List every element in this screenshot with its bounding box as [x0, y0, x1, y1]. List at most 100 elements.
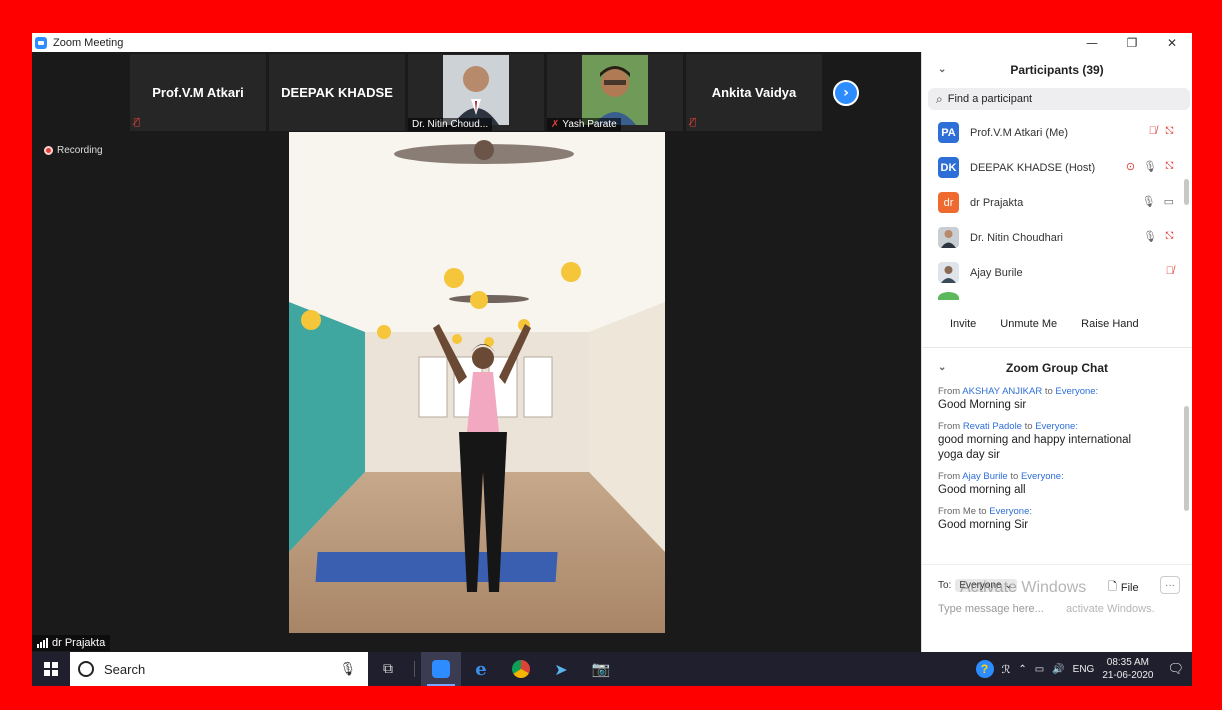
volume-icon[interactable]: 🔊	[1052, 664, 1064, 675]
clock-time: 08:35 AM	[1106, 657, 1150, 668]
chat-header: ⌄ Zoom Group Chat	[922, 350, 1192, 386]
main-speaker-video[interactable]	[289, 132, 665, 633]
participants-title: Participants (39)	[1010, 63, 1104, 77]
video-thumbnail[interactable]: DEEPAK KHADSE	[269, 54, 405, 131]
participant-name: dr Prajakta	[970, 196, 1024, 209]
participant-row[interactable]: Dr. Nitin Choudhari 🎙 ⛞	[922, 220, 1192, 255]
participant-row[interactable]: PA Prof.V.M Atkari (Me) 🎙̸ ⛞	[922, 115, 1192, 150]
next-page-button[interactable]: ›	[833, 80, 859, 106]
video-thumbnail[interactable]: ✗ Yash Parate	[547, 54, 683, 131]
activate-windows-subtext: activate Windows.	[1066, 603, 1155, 615]
recipient-dropdown[interactable]: Everyone ⌄	[955, 579, 1017, 592]
avatar: dr	[938, 192, 959, 213]
collapse-chevron-icon[interactable]: ⌄	[938, 362, 946, 373]
participant-row[interactable]: Ajay Burile 🎙̸	[922, 255, 1192, 290]
avatar	[938, 292, 959, 300]
participant-status: 🎙 ▭	[1142, 195, 1174, 208]
app-icon[interactable]: ➤	[541, 652, 581, 686]
sender-name[interactable]: Ajay Burile	[962, 471, 1007, 482]
recipient-name[interactable]: Everyone:	[1021, 471, 1064, 482]
microphone-icon[interactable]: 🎙	[339, 661, 356, 677]
language-indicator[interactable]: ENG	[1073, 664, 1095, 675]
start-button[interactable]	[32, 652, 70, 686]
speaker-video-frame	[289, 132, 665, 633]
chat-message-input[interactable]: Type message here...	[938, 603, 1044, 615]
edge-browser-icon[interactable]: e	[461, 652, 501, 686]
mic-muted-icon: 🎙̸	[1148, 125, 1157, 137]
participant-row[interactable]: dr dr Prajakta 🎙 ▭	[922, 185, 1192, 220]
window-title: Zoom Meeting	[53, 36, 124, 49]
video-off-icon: ⛞	[1165, 125, 1174, 137]
people-icon[interactable]: ℛ	[1002, 663, 1011, 676]
close-button[interactable]: ✕	[1152, 33, 1192, 52]
chat-message: From Revati Padole to Everyone: good mor…	[938, 421, 1192, 463]
chat-compose: To: Everyone ⌄ Activate Windows 🗋 File ·…	[922, 564, 1192, 644]
signal-strength-icon	[37, 638, 48, 648]
mic-muted-icon: 🎙̸	[1165, 265, 1174, 277]
recipient-value: Everyone	[959, 580, 1002, 591]
mic-muted-icon: 🎙̸	[690, 117, 697, 128]
sender-name[interactable]: Me	[963, 506, 976, 517]
from-word: From	[938, 386, 961, 397]
participant-name: Dr. Nitin Choudhari	[970, 231, 1063, 244]
recipient-name[interactable]: Everyone:	[1055, 386, 1098, 397]
recording-icon: ⊙	[1125, 161, 1136, 173]
unmute-me-button[interactable]: Unmute Me	[994, 314, 1063, 334]
clock[interactable]: 08:35 AM 21-06-2020	[1102, 656, 1153, 682]
recipient-name[interactable]: Everyone:	[989, 506, 1032, 517]
thumbnail-name: Yash Parate	[562, 119, 617, 130]
mic-muted-icon: 🎙̸	[134, 117, 141, 128]
chat-message: From Ajay Burile to Everyone: Good morni…	[938, 471, 1192, 498]
participant-scrollbar[interactable]	[1184, 179, 1189, 205]
zoom-logo-icon	[35, 36, 47, 49]
video-thumbnail[interactable]: Prof.V.M Atkari 🎙̸	[130, 54, 266, 131]
chevron-up-icon[interactable]: ⌃	[1018, 664, 1026, 675]
taskbar-search-box[interactable]: Search 🎙	[70, 652, 368, 686]
chat-message: From Me to Everyone: Good morning Sir	[938, 506, 1192, 533]
to-word: to	[1024, 420, 1033, 432]
participant-status: 🎙 ⛞	[1143, 230, 1174, 244]
participant-name: DEEPAK KHADSE (Host)	[970, 161, 1096, 174]
minimize-button[interactable]: —	[1072, 33, 1112, 52]
battery-icon[interactable]: ▭	[1035, 664, 1044, 675]
from-word: From	[938, 505, 961, 517]
file-label: File	[1120, 581, 1139, 594]
search-placeholder: Find a participant	[947, 93, 1033, 105]
task-view-icon[interactable]: ⧉	[368, 652, 408, 686]
raise-hand-button[interactable]: Raise Hand	[1075, 314, 1144, 334]
thumbnail-name: Ankita Vaidya	[711, 85, 797, 100]
recording-dot-icon	[44, 146, 53, 155]
active-speaker-name: dr Prajakta	[52, 637, 106, 649]
system-tray: ? ℛ ⌃ ▭ 🔊 ENG 08:35 AM 21-06-2020 🗨	[975, 652, 1192, 686]
zoom-app-icon[interactable]	[421, 652, 461, 686]
message-text: Good Morning sir	[938, 399, 1027, 411]
video-thumbnail[interactable]: Dr. Nitin Choud...	[408, 54, 544, 131]
camera-app-icon[interactable]: 📷	[581, 652, 621, 686]
participant-name: Prof.V.M Atkari (Me)	[970, 126, 1069, 139]
title-bar: Zoom Meeting — ❐ ✕	[32, 33, 1192, 52]
sender-name[interactable]: AKSHAY ANJIKAR	[962, 386, 1042, 397]
chat-scrollbar[interactable]	[1184, 406, 1189, 511]
thumbnail-name: Prof.V.M Atkari	[152, 85, 244, 100]
restore-button[interactable]: ❐	[1112, 33, 1152, 52]
participant-row[interactable]	[922, 290, 1192, 300]
chrome-browser-icon[interactable]	[501, 652, 541, 686]
sender-name[interactable]: Revati Padole	[963, 421, 1022, 432]
recipient-name[interactable]: Everyone:	[1035, 421, 1078, 432]
participant-row[interactable]: DK DEEPAK KHADSE (Host) ⊙ 🎙 ⛞	[922, 150, 1192, 185]
to-word: to	[978, 505, 987, 517]
screen: Zoom Meeting — ❐ ✕ Prof.V.M Atkari 🎙̸ DE…	[32, 33, 1192, 686]
mic-icon: 🎙	[1143, 231, 1157, 243]
help-icon[interactable]: ?	[975, 660, 994, 678]
collapse-chevron-icon[interactable]: ⌄	[938, 64, 946, 75]
side-panel: ⌄ Participants (39) ⌕ Find a participant…	[921, 52, 1192, 652]
message-meta: From AKSHAY ANJIKAR to Everyone:	[938, 386, 1192, 397]
notifications-icon[interactable]: 🗨	[1167, 661, 1184, 677]
video-area: Prof.V.M Atkari 🎙̸ DEEPAK KHADSE Dr. Nit…	[32, 52, 921, 652]
file-button[interactable]: 🗋 File	[1108, 578, 1139, 597]
video-thumbnail[interactable]: Ankita Vaidya 🎙̸	[686, 54, 822, 131]
more-options-button[interactable]: ···	[1160, 576, 1180, 594]
invite-button[interactable]: Invite	[944, 314, 982, 334]
participant-search-input[interactable]: ⌕ Find a participant	[928, 88, 1190, 110]
message-meta: From Ajay Burile to Everyone:	[938, 471, 1192, 482]
